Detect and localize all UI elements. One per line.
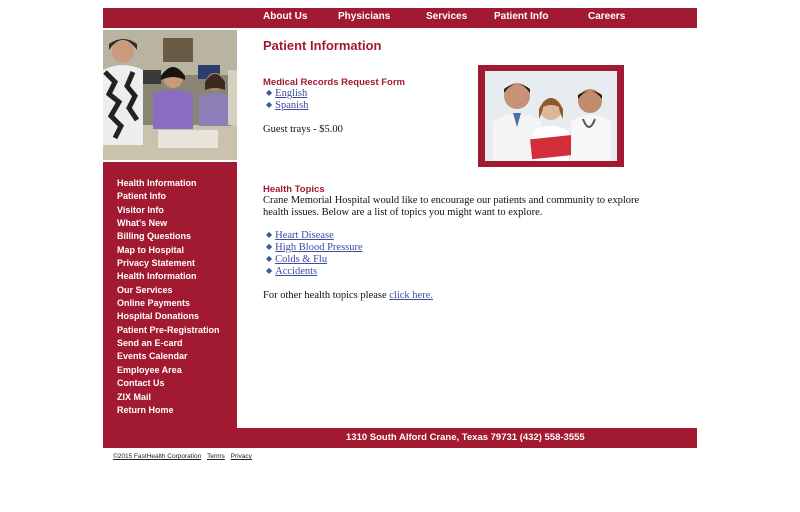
sidebar-item-patient-pre-registration[interactable]: Patient Pre-Registration bbox=[117, 325, 220, 335]
staff-photo bbox=[103, 30, 237, 160]
diamond-bullet-icon: ◆ bbox=[266, 230, 273, 239]
records-link-english-item: ◆ English bbox=[266, 88, 307, 99]
sidebar-item-our-services[interactable]: Our Services bbox=[117, 285, 173, 295]
sidebar-item-billing-questions[interactable]: Billing Questions bbox=[117, 231, 191, 241]
nav-physicians[interactable]: Physicians bbox=[338, 11, 390, 22]
nav-about-us[interactable]: About Us bbox=[263, 11, 307, 22]
diamond-bullet-icon: ◆ bbox=[266, 242, 273, 251]
sidebar-item-contact-us[interactable]: Contact Us bbox=[117, 378, 165, 388]
topic-link-heart-disease[interactable]: Heart Disease bbox=[275, 230, 334, 241]
copyright-link[interactable]: ©2015 FastHealth Corporation bbox=[113, 453, 201, 460]
topic-accidents-item: ◆ Accidents bbox=[266, 266, 317, 277]
sidebar-item-patient-info[interactable]: Patient Info bbox=[117, 191, 166, 201]
diamond-bullet-icon: ◆ bbox=[266, 88, 273, 97]
topic-link-accidents[interactable]: Accidents bbox=[275, 266, 317, 277]
doctors-photo-frame bbox=[478, 65, 624, 167]
nav-services[interactable]: Services bbox=[426, 11, 467, 22]
diamond-bullet-icon: ◆ bbox=[266, 266, 273, 275]
sidebar-item-events-calendar[interactable]: Events Calendar bbox=[117, 351, 188, 361]
health-topics-intro: Crane Memorial Hospital would like to en… bbox=[263, 195, 640, 218]
footer-address: 1310 South Alford Crane, Texas 79731 (43… bbox=[346, 432, 585, 443]
nav-careers[interactable]: Careers bbox=[588, 11, 625, 22]
records-link-spanish[interactable]: Spanish bbox=[275, 100, 308, 111]
records-link-english[interactable]: English bbox=[275, 88, 307, 99]
diamond-bullet-icon: ◆ bbox=[266, 100, 273, 109]
other-topics-prefix: For other health topics please bbox=[263, 290, 390, 301]
records-heading: Medical Records Request Form bbox=[263, 77, 406, 88]
sidebar-item-visitor-info[interactable]: Visitor Info bbox=[117, 205, 164, 215]
page-title: Patient Information bbox=[263, 38, 382, 53]
records-link-spanish-item: ◆ Spanish bbox=[266, 100, 308, 111]
topic-link-colds-flu[interactable]: Colds & Flu bbox=[275, 254, 327, 265]
footer-bar: 1310 South Alford Crane, Texas 79731 (43… bbox=[103, 428, 697, 448]
topic-colds-flu-item: ◆ Colds & Flu bbox=[266, 254, 327, 265]
sidebar-item-health-information-2[interactable]: Health Information bbox=[117, 271, 197, 281]
nav-patient-info[interactable]: Patient Info bbox=[494, 11, 548, 22]
doctors-photo bbox=[485, 71, 617, 161]
copyright-line: ©2015 FastHealth Corporation Terms Priva… bbox=[113, 453, 252, 460]
sidebar-item-map-to-hospital[interactable]: Map to Hospital bbox=[117, 245, 184, 255]
terms-link[interactable]: Terms bbox=[207, 453, 225, 460]
topic-link-high-blood-pressure[interactable]: High Blood Pressure bbox=[275, 242, 363, 253]
health-topics-heading: Health Topics bbox=[263, 184, 325, 195]
sidebar-item-zix-mail[interactable]: ZIX Mail bbox=[117, 392, 151, 402]
other-topics-text: For other health topics please click her… bbox=[263, 290, 433, 301]
sidebar-item-employee-area[interactable]: Employee Area bbox=[117, 365, 182, 375]
sidebar-item-return-home[interactable]: Return Home bbox=[117, 405, 174, 415]
privacy-link[interactable]: Privacy bbox=[231, 453, 252, 460]
sidebar-item-hospital-donations[interactable]: Hospital Donations bbox=[117, 311, 199, 321]
diamond-bullet-icon: ◆ bbox=[266, 254, 273, 263]
sidebar: Health Information Patient Info Visitor … bbox=[103, 162, 237, 428]
other-topics-link[interactable]: click here. bbox=[389, 290, 433, 301]
sidebar-item-health-information[interactable]: Health Information bbox=[117, 178, 197, 188]
sidebar-item-send-ecard[interactable]: Send an E-card bbox=[117, 338, 183, 348]
guest-trays-text: Guest trays - $5.00 bbox=[263, 124, 343, 135]
top-nav-bar: About Us Physicians Services Patient Inf… bbox=[103, 8, 697, 28]
topic-heart-disease-item: ◆ Heart Disease bbox=[266, 230, 334, 241]
sidebar-item-online-payments[interactable]: Online Payments bbox=[117, 298, 190, 308]
sidebar-item-privacy-statement[interactable]: Privacy Statement bbox=[117, 258, 195, 268]
sidebar-item-whats-new[interactable]: What's New bbox=[117, 218, 167, 228]
topic-high-blood-pressure-item: ◆ High Blood Pressure bbox=[266, 242, 363, 253]
